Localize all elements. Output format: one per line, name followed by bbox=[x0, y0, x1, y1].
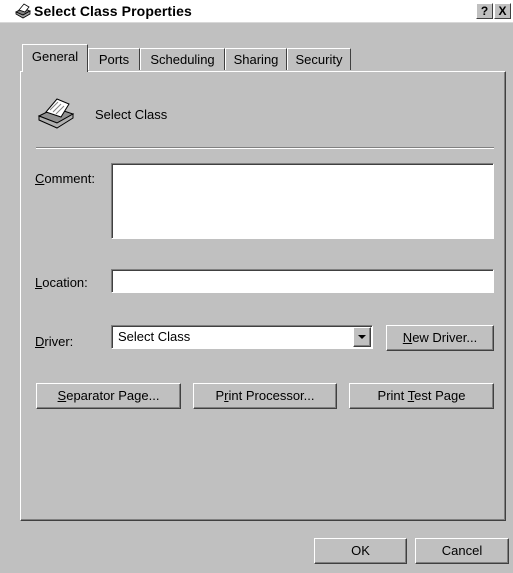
cancel-button[interactable]: Cancel bbox=[415, 538, 509, 564]
tab-scheduling[interactable]: Scheduling bbox=[140, 48, 225, 70]
close-button[interactable]: X bbox=[494, 3, 511, 19]
new-driver-button[interactable]: New Driver... bbox=[386, 325, 494, 351]
comment-field[interactable] bbox=[111, 163, 494, 239]
location-label: Location: bbox=[35, 275, 88, 290]
help-button[interactable]: ? bbox=[476, 3, 493, 19]
driver-selected-value: Select Class bbox=[118, 329, 191, 344]
title-bar[interactable]: Select Class Properties ? X bbox=[0, 0, 513, 23]
print-processor-button[interactable]: Print Processor... bbox=[193, 383, 337, 409]
print-test-page-button[interactable]: Print Test Page bbox=[349, 383, 494, 409]
driver-label: Driver: bbox=[35, 334, 74, 349]
window-title: Select Class Properties bbox=[34, 3, 192, 19]
comment-label: Comment: bbox=[35, 171, 95, 186]
tab-general[interactable]: General bbox=[22, 44, 88, 72]
separator-page-button[interactable]: Separator Page... bbox=[36, 383, 181, 409]
printer-large-icon bbox=[37, 98, 75, 129]
location-field[interactable] bbox=[111, 269, 494, 293]
tab-sharing[interactable]: Sharing bbox=[225, 48, 287, 70]
chevron-down-icon bbox=[358, 335, 366, 339]
separator-line bbox=[36, 147, 494, 149]
driver-dropdown-button[interactable] bbox=[353, 327, 371, 347]
tab-security[interactable]: Security bbox=[287, 48, 351, 70]
tab-panel-general bbox=[20, 71, 506, 521]
printer-icon bbox=[15, 3, 31, 19]
tab-ports[interactable]: Ports bbox=[88, 48, 140, 70]
driver-select[interactable]: Select Class bbox=[111, 325, 373, 349]
printer-name: Select Class bbox=[95, 107, 168, 122]
properties-dialog: Select Class Properties ? X General Port… bbox=[0, 0, 513, 573]
ok-button[interactable]: OK bbox=[314, 538, 407, 564]
